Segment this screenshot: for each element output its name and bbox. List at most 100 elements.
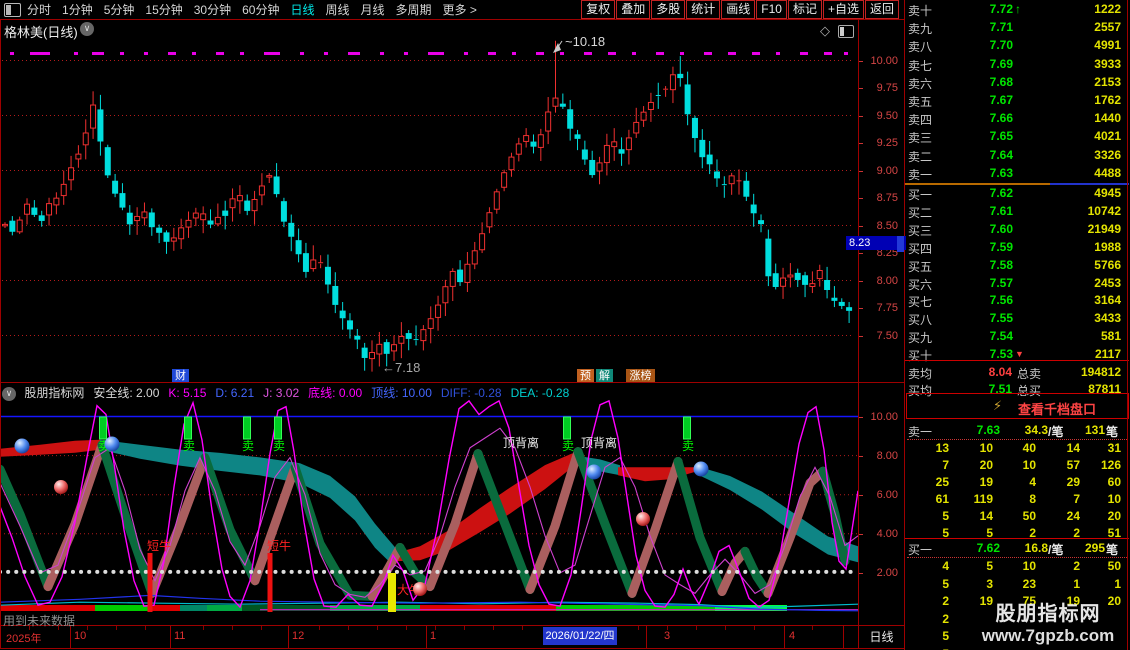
- trade-count-cell[interactable]: 5: [951, 559, 993, 573]
- menu-button-8[interactable]: 返回: [865, 0, 899, 19]
- menu-button-6[interactable]: 标记: [788, 0, 822, 19]
- ask-volume[interactable]: 3933: [1061, 57, 1121, 71]
- chart-badge-3[interactable]: 涨榜: [626, 369, 655, 383]
- bid-volume[interactable]: 21949: [1061, 222, 1121, 236]
- buy1-stats-price[interactable]: 7.62: [954, 541, 1000, 555]
- ask-level-label[interactable]: 卖一: [908, 166, 932, 183]
- trade-count-cell[interactable]: 25: [907, 475, 949, 489]
- buy1-stats-count[interactable]: 295: [1061, 541, 1105, 555]
- buy1-stats-count-unit[interactable]: 笔: [1106, 541, 1118, 558]
- trade-count-cell[interactable]: 5: [907, 629, 949, 643]
- menu-button-7[interactable]: +自选: [823, 0, 864, 19]
- bid-price[interactable]: 7.55: [967, 311, 1013, 325]
- trade-count-cell[interactable]: 29: [1038, 475, 1080, 489]
- trade-count-cell[interactable]: 4: [907, 559, 949, 573]
- total-sell-label[interactable]: 总卖: [1017, 365, 1041, 382]
- menu-period-8[interactable]: 月线: [361, 1, 385, 18]
- bid-price[interactable]: 7.56: [967, 293, 1013, 307]
- ask-volume[interactable]: 4021: [1061, 129, 1121, 143]
- ask-volume[interactable]: 4991: [1061, 38, 1121, 52]
- bid-price[interactable]: 7.58: [967, 258, 1013, 272]
- bid-volume[interactable]: 4945: [1061, 186, 1121, 200]
- sell1-stats-price[interactable]: 7.63: [954, 423, 1000, 437]
- diamond-icon[interactable]: ◇: [820, 23, 830, 39]
- sell1-stats-per-value[interactable]: 34.3: [1008, 423, 1048, 437]
- trade-count-cell[interactable]: 20: [951, 458, 993, 472]
- trade-count-cell[interactable]: 2: [907, 612, 949, 626]
- panel-toggle-icon[interactable]: [4, 3, 21, 17]
- trade-count-cell[interactable]: 2: [1038, 559, 1080, 573]
- bid-level-label[interactable]: 买四: [908, 240, 932, 257]
- indicator-chart[interactable]: 卖卖卖卖卖卖顶背离顶背离短牛短牛大牛: [0, 397, 858, 625]
- bid-volume[interactable]: 5766: [1061, 258, 1121, 272]
- trade-count-cell[interactable]: 1: [1079, 577, 1121, 591]
- chart-badge-2[interactable]: 解: [596, 369, 613, 383]
- bid-price[interactable]: 7.62: [967, 186, 1013, 200]
- trade-count-cell[interactable]: 60: [1079, 475, 1121, 489]
- chart-badge-0[interactable]: 财: [172, 369, 189, 383]
- trade-count-cell[interactable]: 1: [1038, 577, 1080, 591]
- trade-count-cell[interactable]: 10: [994, 458, 1036, 472]
- trade-count-cell[interactable]: 10: [951, 441, 993, 455]
- trade-count-cell[interactable]: 4: [994, 475, 1036, 489]
- bid-volume[interactable]: 1988: [1061, 240, 1121, 254]
- trade-count-cell[interactable]: 13: [907, 441, 949, 455]
- trade-count-cell[interactable]: 3: [951, 577, 993, 591]
- menu-period-0[interactable]: 分时: [27, 1, 51, 18]
- trade-count-cell[interactable]: 14: [1038, 441, 1080, 455]
- bid-level-label[interactable]: 买一: [908, 186, 932, 203]
- trade-count-cell[interactable]: 7: [1038, 492, 1080, 506]
- bid-price[interactable]: 7.53: [967, 347, 1013, 361]
- trade-count-cell[interactable]: 5: [907, 647, 949, 650]
- ask-price[interactable]: 7.72: [967, 2, 1013, 16]
- scroll-indicator[interactable]: [897, 236, 904, 252]
- bid-volume[interactable]: 581: [1061, 329, 1121, 343]
- ask-level-label[interactable]: 卖四: [908, 111, 932, 128]
- bid-price[interactable]: 7.57: [967, 276, 1013, 290]
- ask-price[interactable]: 7.64: [967, 148, 1013, 162]
- menu-period-3[interactable]: 15分钟: [145, 1, 182, 18]
- ask-volume[interactable]: 1222: [1061, 2, 1121, 16]
- bid-volume[interactable]: 3433: [1061, 311, 1121, 325]
- ask-volume[interactable]: 1762: [1061, 93, 1121, 107]
- chevron-down-icon[interactable]: ∨: [80, 22, 94, 36]
- trade-count-cell[interactable]: 10: [1079, 492, 1121, 506]
- menu-period-10[interactable]: 更多 >: [443, 1, 477, 18]
- ask-price[interactable]: 7.65: [967, 129, 1013, 143]
- ask-level-label[interactable]: 卖八: [908, 38, 932, 55]
- bid-level-label[interactable]: 买三: [908, 222, 932, 239]
- ask-level-label[interactable]: 卖三: [908, 129, 932, 146]
- menu-period-9[interactable]: 多周期: [396, 1, 432, 18]
- trade-count-cell[interactable]: 40: [994, 441, 1036, 455]
- ask-volume[interactable]: 3326: [1061, 148, 1121, 162]
- ask-price[interactable]: 7.66: [967, 111, 1013, 125]
- trade-count-cell[interactable]: 126: [1079, 458, 1121, 472]
- ask-volume[interactable]: 2153: [1061, 75, 1121, 89]
- menu-button-0[interactable]: 复权: [581, 0, 615, 19]
- period-label[interactable]: 日线: [859, 626, 904, 648]
- ask-price[interactable]: 7.68: [967, 75, 1013, 89]
- trade-count-cell[interactable]: 5: [907, 509, 949, 523]
- bid-level-label[interactable]: 买二: [908, 204, 932, 221]
- bid-price[interactable]: 7.60: [967, 222, 1013, 236]
- menu-button-2[interactable]: 多股: [651, 0, 685, 19]
- menu-period-2[interactable]: 5分钟: [104, 1, 135, 18]
- trade-count-cell[interactable]: 2: [907, 594, 949, 608]
- avg-sell-label[interactable]: 卖均: [908, 365, 932, 382]
- bid-volume[interactable]: 3164: [1061, 293, 1121, 307]
- ask-level-label[interactable]: 卖九: [908, 20, 932, 37]
- bid-level-label[interactable]: 买五: [908, 258, 932, 275]
- date-axis[interactable]: 2025年1011121342026/01/22/四: [0, 626, 859, 648]
- ask-volume[interactable]: 1440: [1061, 111, 1121, 125]
- bid-level-label[interactable]: 买六: [908, 276, 932, 293]
- menu-period-4[interactable]: 30分钟: [194, 1, 231, 18]
- sell1-stats-count-unit[interactable]: 笔: [1106, 423, 1118, 440]
- ask-price[interactable]: 7.63: [967, 166, 1013, 180]
- bid-volume[interactable]: 2117: [1061, 347, 1121, 361]
- trade-count-cell[interactable]: 14: [951, 509, 993, 523]
- bid-arrow[interactable]: ▼: [1015, 349, 1024, 359]
- avg-sell-price[interactable]: 8.04: [966, 365, 1012, 379]
- buy1-stats-label[interactable]: 买一: [908, 541, 932, 558]
- ask-level-label[interactable]: 卖六: [908, 75, 932, 92]
- trade-count-cell[interactable]: 24: [1038, 509, 1080, 523]
